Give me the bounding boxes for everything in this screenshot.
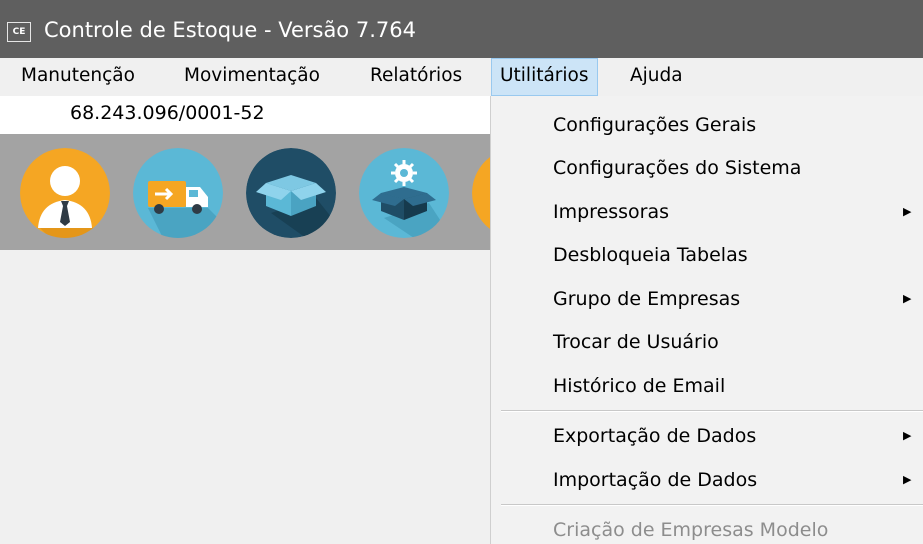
window-title: Controle de Estoque - Versão 7.764 bbox=[44, 18, 416, 42]
submenu-arrow-icon: ▶ bbox=[903, 473, 912, 486]
box-icon[interactable] bbox=[246, 148, 336, 238]
menu-item-historico-email[interactable]: Histórico de Email bbox=[491, 364, 923, 408]
menu-item-criacao-empresas-modelo: Criação de Empresas Modelo bbox=[491, 508, 923, 544]
menu-separator bbox=[501, 504, 923, 506]
menu-item-label: Grupo de Empresas bbox=[553, 288, 741, 310]
menu-item-configuracoes-sistema[interactable]: Configurações do Sistema bbox=[491, 146, 923, 190]
submenu-arrow-icon: ▶ bbox=[903, 205, 912, 218]
menu-bar: Manutenção Movimentação Relatórios Utili… bbox=[0, 58, 923, 96]
partial-icon[interactable] bbox=[472, 148, 490, 238]
utilitarios-dropdown-menu: Configurações Gerais Configurações do Si… bbox=[490, 96, 923, 544]
menu-item-label: Trocar de Usuário bbox=[553, 331, 719, 353]
menu-item-label: Configurações do Sistema bbox=[553, 157, 802, 179]
menu-manutencao[interactable]: Manutenção bbox=[13, 58, 143, 96]
box-settings-icon[interactable] bbox=[359, 148, 449, 238]
menu-item-label: Criação de Empresas Modelo bbox=[553, 519, 829, 541]
submenu-arrow-icon: ▶ bbox=[903, 429, 912, 442]
delivery-truck-icon[interactable] bbox=[133, 148, 223, 238]
title-bar: CE Controle de Estoque - Versão 7.764 bbox=[0, 0, 923, 58]
menu-item-configuracoes-gerais[interactable]: Configurações Gerais bbox=[491, 103, 923, 147]
user-icon[interactable] bbox=[20, 148, 110, 238]
menu-item-label: Histórico de Email bbox=[553, 375, 726, 397]
company-cnpj: 68.243.096/0001-52 bbox=[70, 102, 265, 124]
menu-item-desbloqueia-tabelas[interactable]: Desbloqueia Tabelas bbox=[491, 233, 923, 277]
menu-separator bbox=[501, 410, 923, 412]
menu-item-grupo-empresas[interactable]: Grupo de Empresas ▶ bbox=[491, 277, 923, 321]
menu-item-impressoras[interactable]: Impressoras ▶ bbox=[491, 190, 923, 234]
menu-item-label: Configurações Gerais bbox=[553, 114, 757, 136]
company-bar: 68.243.096/0001-52 bbox=[0, 96, 490, 134]
menu-item-exportacao-dados[interactable]: Exportação de Dados ▶ bbox=[491, 414, 923, 458]
menu-relatorios[interactable]: Relatórios bbox=[362, 58, 470, 96]
menu-movimentacao[interactable]: Movimentação bbox=[176, 58, 328, 96]
menu-ajuda[interactable]: Ajuda bbox=[622, 58, 691, 96]
menu-item-label: Desbloqueia Tabelas bbox=[553, 244, 748, 266]
shortcut-toolbar bbox=[0, 134, 490, 250]
menu-item-trocar-usuario[interactable]: Trocar de Usuário bbox=[491, 320, 923, 364]
menu-item-label: Exportação de Dados bbox=[553, 425, 757, 447]
app-icon[interactable]: CE bbox=[7, 22, 31, 42]
menu-item-label: Impressoras bbox=[553, 201, 670, 223]
submenu-arrow-icon: ▶ bbox=[903, 292, 912, 305]
menu-item-label: Importação de Dados bbox=[553, 469, 758, 491]
menu-utilitarios[interactable]: Utilitários bbox=[491, 58, 598, 96]
menu-item-importacao-dados[interactable]: Importação de Dados ▶ bbox=[491, 458, 923, 502]
main-content-area bbox=[0, 250, 490, 544]
